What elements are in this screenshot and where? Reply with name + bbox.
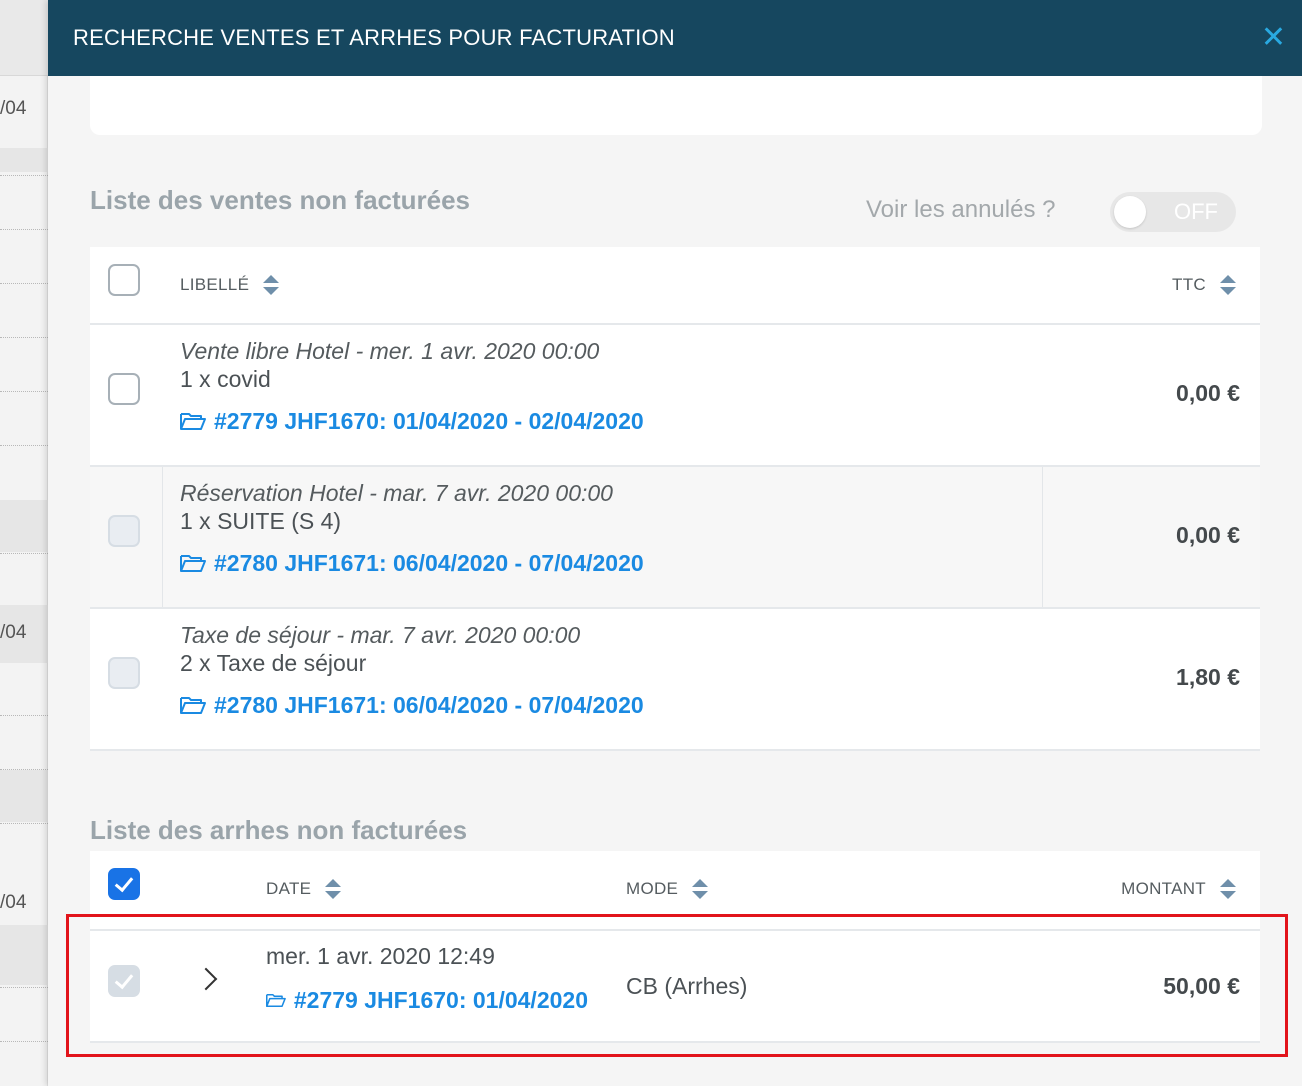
sort-icon[interactable] <box>692 878 709 900</box>
column-header-libelle[interactable]: LIBELLÉ <box>180 274 280 296</box>
search-filters-card <box>90 76 1262 135</box>
background-date-fragment: /04 <box>0 892 27 913</box>
sale-amount: 1,80 € <box>1176 664 1240 690</box>
sales-table-header: LIBELLÉ TTC <box>90 247 1260 325</box>
sort-icon[interactable] <box>325 878 342 900</box>
highlight-box <box>66 914 1288 1057</box>
folder-open-icon <box>180 555 206 572</box>
sale-detail: 2 x Taxe de séjour <box>180 650 367 676</box>
select-all-deposits-checkbox[interactable] <box>108 868 140 900</box>
background-date-fragment: /04 <box>0 622 27 643</box>
row-checkbox[interactable] <box>108 515 140 547</box>
row-checkbox[interactable] <box>108 373 140 405</box>
sales-table: LIBELLÉ TTC Vente libre Hotel - mer. 1 a… <box>90 247 1260 751</box>
reservation-link[interactable]: #2780 JHF1671: 06/04/2020 - 07/04/2020 <box>180 550 644 577</box>
sort-icon[interactable] <box>1220 274 1236 296</box>
table-row: Réservation Hotel - mar. 7 avr. 2020 00:… <box>90 467 1260 609</box>
deposits-section-title: Liste des arrhes non facturées <box>90 815 468 845</box>
sale-detail: 1 x covid <box>180 366 271 392</box>
column-header-mode[interactable]: MODE <box>626 878 709 900</box>
close-icon[interactable]: ✕ <box>1261 23 1286 53</box>
sale-detail: 1 x SUITE (S 4) <box>180 508 342 534</box>
show-cancelled-label: Voir les annulés ? <box>866 196 1056 223</box>
column-header-date[interactable]: DATE <box>266 878 342 900</box>
modal-title: RECHERCHE VENTES ET ARRHES POUR FACTURAT… <box>73 25 675 50</box>
table-row: Taxe de séjour - mar. 7 avr. 2020 00:00 … <box>90 609 1260 751</box>
folder-open-icon <box>180 413 206 430</box>
background-page: /04 /04 /04 <box>0 0 48 1086</box>
row-checkbox[interactable] <box>108 657 140 689</box>
column-header-ttc[interactable]: TTC <box>1172 274 1236 296</box>
reservation-link[interactable]: #2780 JHF1671: 06/04/2020 - 07/04/2020 <box>180 692 644 719</box>
reservation-link[interactable]: #2779 JHF1670: 01/04/2020 - 02/04/2020 <box>180 408 644 435</box>
toggle-knob <box>1114 196 1146 228</box>
sort-icon[interactable] <box>263 274 280 296</box>
sale-title: Vente libre Hotel - mer. 1 avr. 2020 00:… <box>180 338 600 364</box>
modal-header: RECHERCHE VENTES ET ARRHES POUR FACTURAT… <box>48 0 1302 76</box>
select-all-sales-checkbox[interactable] <box>108 264 140 296</box>
toggle-state-text: OFF <box>1174 199 1218 224</box>
folder-open-icon <box>180 697 206 714</box>
column-header-montant[interactable]: MONTANT <box>1121 878 1236 900</box>
show-cancelled-toggle[interactable]: OFF <box>1110 192 1236 232</box>
table-row: Vente libre Hotel - mer. 1 avr. 2020 00:… <box>90 325 1260 467</box>
sale-amount: 0,00 € <box>1176 380 1240 406</box>
sale-amount: 0,00 € <box>1176 522 1240 548</box>
sort-icon[interactable] <box>1220 878 1236 900</box>
sales-section-title: Liste des ventes non facturées <box>90 185 471 215</box>
checkmark-icon <box>114 872 134 893</box>
sale-title: Réservation Hotel - mar. 7 avr. 2020 00:… <box>180 480 613 506</box>
background-date-fragment: /04 <box>0 98 27 119</box>
sale-title: Taxe de séjour - mar. 7 avr. 2020 00:00 <box>180 622 581 648</box>
